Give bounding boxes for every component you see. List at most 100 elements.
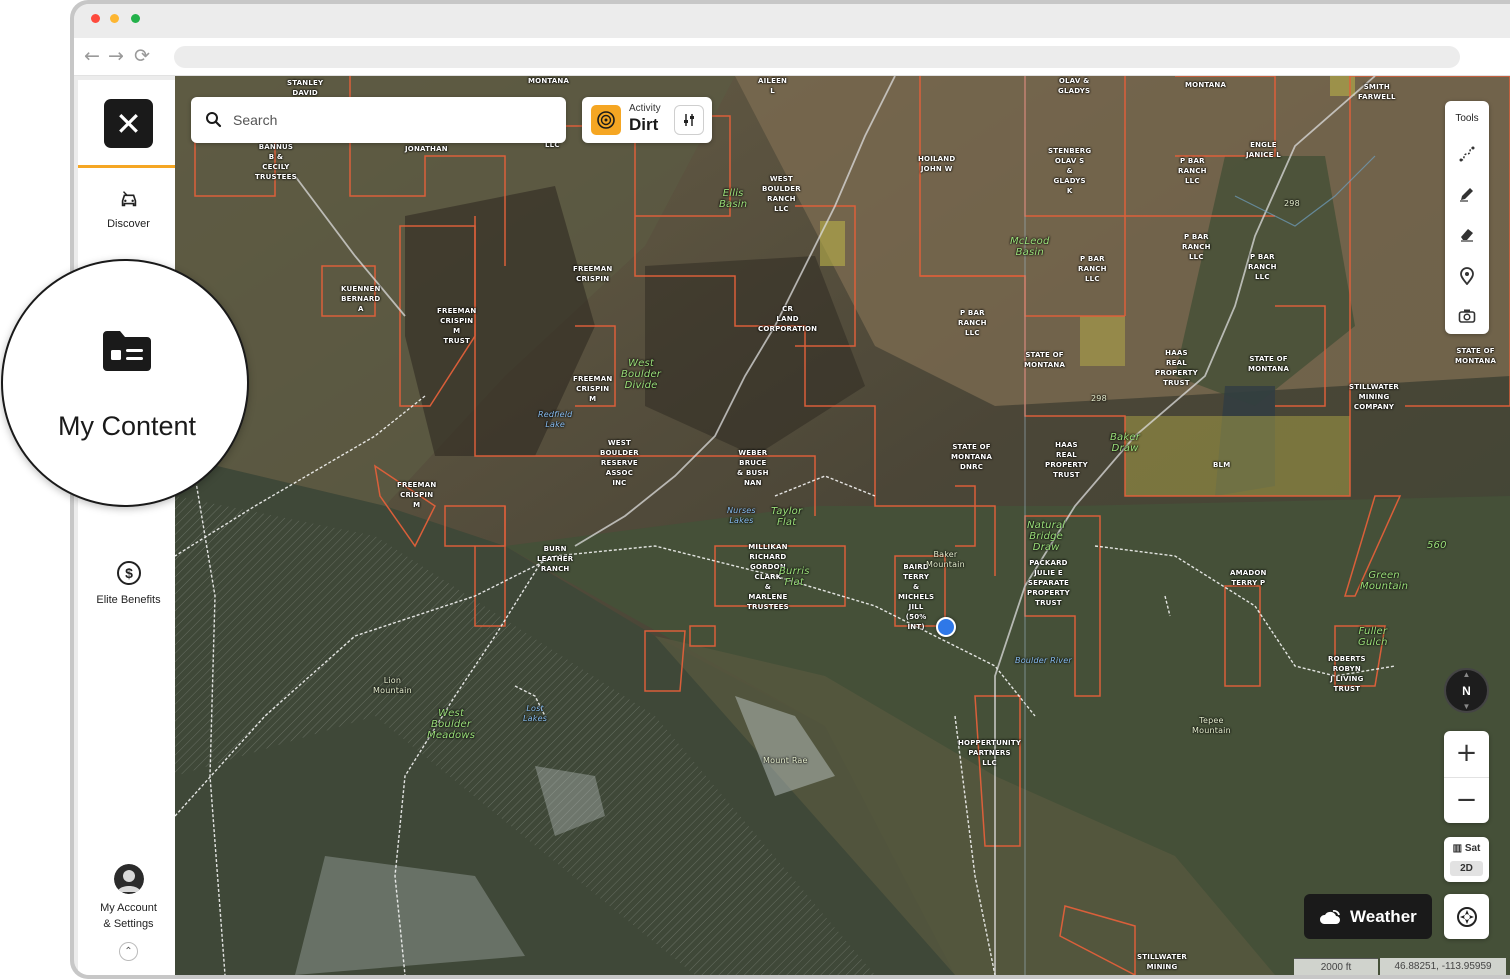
map-label: STILLWATER MINING COMPANY xyxy=(1349,383,1400,411)
minimize-window-button[interactable] xyxy=(110,14,119,23)
map-label: WEST BOULDER RESERVE ASSOC INC xyxy=(600,439,639,487)
sidebar-item-discover[interactable]: Discover xyxy=(78,188,179,230)
map-label: STANLEY DAVID xyxy=(287,79,324,97)
activity-value: Dirt xyxy=(629,115,659,134)
erase-tool-button[interactable] xyxy=(1456,223,1478,245)
route-tool-button[interactable] xyxy=(1456,143,1478,165)
map-label: Ellis Basin xyxy=(719,188,748,210)
weather-label: Weather xyxy=(1350,907,1417,926)
zoom-out-button[interactable]: − xyxy=(1444,777,1489,823)
account-label-line1: My Account xyxy=(100,902,157,914)
photo-tool-button[interactable] xyxy=(1456,305,1478,327)
map-mode-toggle[interactable]: 2D xyxy=(1450,861,1483,876)
layers-icon: ▥ xyxy=(1452,843,1465,854)
map-label: FREEMAN CRISPIN M TRUST xyxy=(437,307,477,345)
compass-label: N xyxy=(1462,683,1471,698)
maximize-window-button[interactable] xyxy=(131,14,140,23)
zoom-in-button[interactable]: + xyxy=(1444,731,1489,777)
address-bar[interactable] xyxy=(174,46,1460,68)
map-label: BAIRD TERRY & MICHELS JILL (50% INT) xyxy=(898,563,935,631)
map-coordinates: 46.88251, -113.95959 xyxy=(1380,958,1506,975)
map-label: STATE OF MONTANA xyxy=(1248,355,1290,373)
map-canvas[interactable]: STANLEY DAVID MONTANA AILEEN L OLAV & GLADY… xyxy=(175,76,1510,975)
map-label: CR LAND CORPORATION xyxy=(758,305,818,333)
tools-panel: Tools xyxy=(1445,101,1489,334)
map-label: Green Mountain xyxy=(1360,570,1409,592)
map-label: McLeod Basin xyxy=(1010,236,1050,258)
close-window-button[interactable] xyxy=(91,14,100,23)
map-layer-button[interactable]: ▥ Sat 2D xyxy=(1444,837,1489,882)
map-label: Fuller Gulch xyxy=(1358,626,1388,648)
browser-content: ← → ⟳ ✕ Discover $ Elite Benefits My Acc… xyxy=(74,4,1510,975)
map-label: 298 xyxy=(1091,394,1107,403)
map-label: OLAV & GLADYS xyxy=(1058,77,1091,95)
satellite-terrain xyxy=(175,76,1510,975)
svg-text:$: $ xyxy=(125,565,133,581)
compass-north-arrow-icon: ▲ xyxy=(1462,670,1471,679)
dollar-icon: $ xyxy=(116,561,141,585)
map-label: FREEMAN CRISPIN xyxy=(573,265,613,283)
map-label: FREEMAN CRISPIN M xyxy=(573,375,613,403)
map-label: WEBER BRUCE & BUSH NAN xyxy=(737,449,769,487)
map-label: FREEMAN CRISPIN M xyxy=(397,481,437,509)
map-label: SMITH FARWELL xyxy=(1358,83,1396,101)
map-label: ENGLE JANICE L xyxy=(1246,141,1281,159)
map-label: STENBERG OLAV S & GLADYS K xyxy=(1048,147,1092,195)
map-label: Baker Draw xyxy=(1110,432,1141,454)
forward-arrow-icon[interactable]: → xyxy=(108,46,124,66)
sliders-icon xyxy=(684,114,694,126)
reload-icon[interactable]: ⟳ xyxy=(134,46,150,66)
search-box[interactable]: Search xyxy=(191,97,566,143)
tools-title: Tools xyxy=(1455,113,1479,124)
browser-toolbar: ← → ⟳ xyxy=(74,38,1510,76)
map-label: AILEEN L xyxy=(758,77,788,95)
locate-me-button[interactable] xyxy=(1444,894,1489,939)
map-label: P BAR RANCH LLC xyxy=(1248,253,1277,281)
pin-icon xyxy=(1460,267,1474,285)
map-label: HAAS REAL PROPERTY TRUST xyxy=(1155,349,1198,387)
collapse-sidebar-button[interactable]: ⌃ xyxy=(119,942,138,961)
map-label: 560 xyxy=(1427,540,1447,551)
map-label: WEST BOULDER RANCH LLC xyxy=(762,175,801,213)
map-label: BANNUS B & CECILY TRUSTEES xyxy=(255,143,297,181)
activity-selector[interactable]: Activity Dirt xyxy=(582,97,712,143)
map-label: PACKARD JULIE E SEPARATE PROPERTY TRUST xyxy=(1027,559,1070,607)
map-label: HOPPERTUNITY PARTNERS LLC xyxy=(958,739,1022,767)
search-input[interactable]: Search xyxy=(233,112,277,128)
route-icon xyxy=(1459,146,1475,162)
map-layer-value: Sat xyxy=(1464,843,1481,854)
map-label: STILLWATER MINING xyxy=(1137,953,1188,971)
sidebar-item-label: Elite Benefits xyxy=(96,594,161,606)
eraser-icon xyxy=(1461,229,1473,242)
compass-button[interactable]: ▲ N ▼ xyxy=(1444,668,1489,713)
sidebar-item-account[interactable]: My Account & Settings xyxy=(78,864,179,930)
map-label: Lost Lakes xyxy=(523,704,548,723)
activity-filter-button[interactable] xyxy=(674,105,704,135)
discover-icon xyxy=(121,191,136,207)
map-label: Nurses Lakes xyxy=(727,506,756,525)
sidebar-item-elite-benefits[interactable]: $ Elite Benefits xyxy=(78,560,179,606)
my-content-callout[interactable]: My Content xyxy=(1,259,249,507)
title-bar xyxy=(74,4,1510,38)
waypoint-tool-button[interactable] xyxy=(1456,265,1478,287)
map-label: MONTANA xyxy=(1185,81,1227,89)
search-icon xyxy=(206,112,222,128)
current-location-marker xyxy=(936,617,956,637)
map-scale: 2000 ft xyxy=(1294,958,1378,975)
map-label: Tepee Mountain xyxy=(1192,716,1231,735)
folder-content-icon xyxy=(103,331,151,371)
map-label: KUENNEN BERNARD A xyxy=(341,285,381,313)
cloud-sun-icon xyxy=(1319,910,1340,924)
map-layer-label: ▥ Sat xyxy=(1444,843,1489,854)
app-logo[interactable]: ✕ xyxy=(104,99,153,148)
map-label: MONTANA xyxy=(528,77,570,85)
map-label: HOILAND JOHN W xyxy=(918,155,956,173)
map-label: BLM xyxy=(1213,461,1231,469)
map-label: Lion Mountain xyxy=(373,676,412,695)
pencil-icon xyxy=(1460,188,1473,202)
weather-button[interactable]: Weather xyxy=(1304,894,1432,939)
map-label: AMADON TERRY P xyxy=(1230,569,1267,587)
draw-tool-button[interactable] xyxy=(1456,183,1478,205)
back-arrow-icon[interactable]: ← xyxy=(84,46,100,66)
map-label: STATE OF MONTANA xyxy=(1455,347,1497,365)
